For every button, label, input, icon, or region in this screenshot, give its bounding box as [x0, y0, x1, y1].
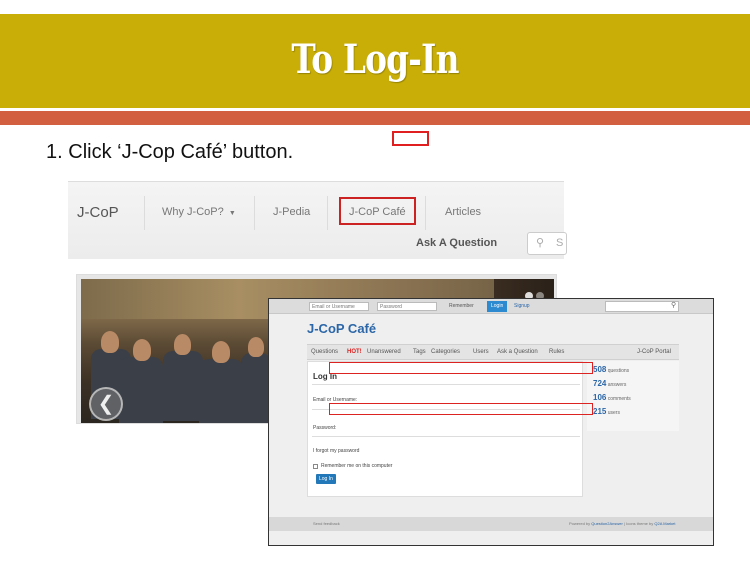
highlight-marker — [392, 131, 429, 146]
stats-panel: 508 questions 724 answers 106 comments 2… — [587, 361, 679, 431]
site-logo[interactable]: J-CoP — [77, 204, 119, 221]
password-field-highlight — [329, 403, 593, 415]
nav-divider — [425, 196, 426, 230]
topbar-search-input[interactable] — [605, 301, 679, 312]
caret-down-icon: ▼ — [228, 210, 236, 217]
photo-person-head — [212, 341, 230, 363]
footer-credits: Powered by Question2Answer | Icons theme… — [569, 521, 676, 526]
nav-articles[interactable]: Articles — [445, 206, 481, 218]
jcop-cafe-highlight — [339, 197, 416, 225]
stat-answers: 724 answers — [593, 379, 627, 388]
photo-person-body — [199, 359, 243, 423]
form-divider — [312, 384, 580, 385]
cafe-nav-ask[interactable]: Ask a Question — [497, 349, 538, 355]
login-topbar: Email or Username Password Remember Logi… — [269, 299, 713, 314]
photo-person-body — [163, 351, 203, 421]
remember-checkbox[interactable] — [313, 464, 318, 469]
nav-divider — [327, 196, 328, 230]
topbar-username-field[interactable]: Email or Username — [309, 302, 369, 311]
search-icon[interactable]: ⚲ — [671, 301, 681, 312]
search-input[interactable]: ⚲ S — [527, 232, 567, 255]
photo-person-body — [119, 357, 163, 423]
photo-person-head — [248, 337, 264, 357]
topbar-signup-link[interactable]: Signup — [514, 302, 530, 311]
topbar-password-field[interactable]: Password — [377, 302, 437, 311]
chevron-left-icon[interactable]: ❮ — [89, 387, 123, 421]
cafe-nav-questions[interactable]: Questions — [311, 349, 338, 355]
cafe-nav-unanswered[interactable]: Unanswered — [367, 349, 401, 355]
slide-title: To Log-In — [291, 36, 459, 83]
nav-why-jcop-label: Why J-CoP? — [162, 206, 224, 218]
step-text: Click ‘J-Cop Café’ button. — [68, 141, 294, 163]
topbar-remember[interactable]: Remember — [449, 302, 474, 311]
nav-why-jcop[interactable]: Why J-CoP? ▼ — [162, 206, 236, 218]
ask-question-link[interactable]: Ask A Question — [416, 237, 497, 249]
login-field-highlight — [329, 362, 593, 374]
send-feedback-link[interactable]: Send feedback — [313, 521, 340, 526]
cafe-nav-categories[interactable]: Categories — [431, 349, 460, 355]
forgot-password-link[interactable]: I forgot my password — [313, 448, 359, 454]
accent-band — [0, 111, 750, 125]
password-label: Password: — [313, 425, 337, 431]
stat-questions: 508 questions — [593, 365, 630, 374]
password-field[interactable] — [312, 436, 580, 437]
step-number: 1. — [46, 141, 63, 163]
cafe-nav-portal[interactable]: J-CoP Portal — [637, 349, 671, 355]
cafe-nav-hot[interactable]: HOT! — [347, 349, 362, 355]
login-form-panel: Log In Email or Username: Password: I fo… — [307, 361, 583, 497]
cafe-title: J-CoP Café — [307, 321, 377, 336]
magnifier-icon: ⚲ — [536, 237, 545, 249]
search-placeholder: S — [556, 237, 564, 249]
cafe-nav-users[interactable]: Users — [473, 349, 489, 355]
topbar-login-button[interactable]: Login — [487, 301, 508, 312]
cafe-nav: Questions HOT! Unanswered Tags Categorie… — [307, 344, 679, 360]
stat-comments: 106 comments — [593, 393, 631, 402]
login-button[interactable]: Log In — [316, 474, 336, 484]
remember-label: Remember me on this computer — [321, 463, 393, 469]
cafe-nav-rules[interactable]: Rules — [549, 349, 564, 355]
nav-divider — [254, 196, 255, 230]
site-header-screenshot: J-CoP Why J-CoP? ▼ J-Pedia J-CoP Café Ar… — [68, 181, 567, 259]
nav-divider — [144, 196, 145, 230]
stat-users: 215 users — [593, 407, 620, 416]
photo-person-head — [174, 334, 191, 355]
cafe-footer: Send feedback Powered by Question2Answer… — [269, 517, 713, 531]
cafe-nav-tags[interactable]: Tags — [413, 349, 426, 355]
cafe-page-screenshot: Email or Username Password Remember Logi… — [268, 298, 714, 546]
photo-person-head — [101, 331, 119, 353]
photo-person-head — [133, 339, 151, 361]
slide: To Log-In 1. Click ‘J-Cop Café’ button. … — [0, 0, 750, 563]
step-instruction: 1. Click ‘J-Cop Café’ button. — [46, 141, 293, 164]
nav-jpedia[interactable]: J-Pedia — [273, 206, 310, 218]
photo-person-body — [241, 353, 271, 423]
